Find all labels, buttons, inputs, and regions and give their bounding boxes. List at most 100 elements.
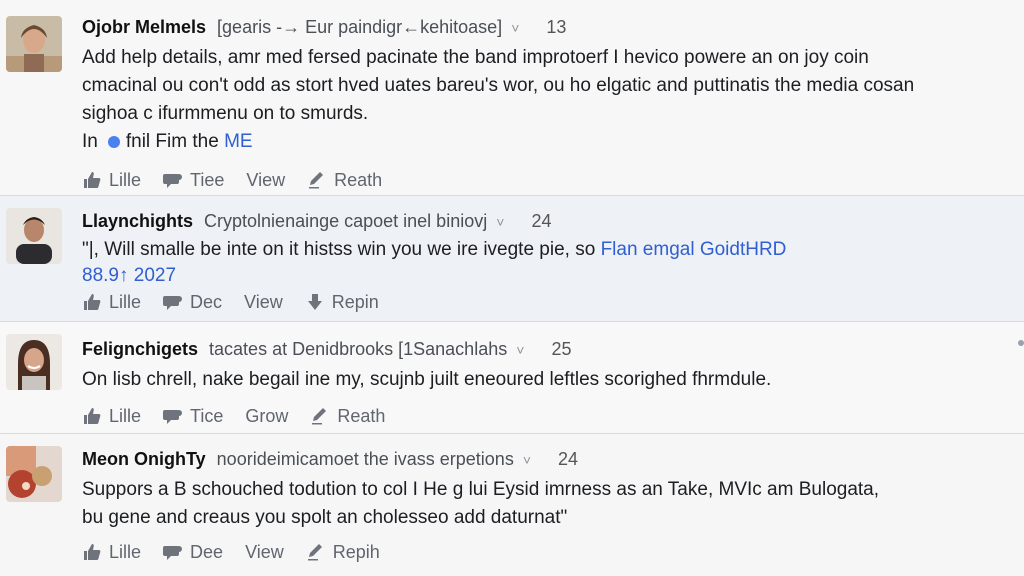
like-label: Lille [109, 541, 142, 562]
post-date-link[interactable]: 88.9↑ 2027 [82, 265, 176, 286]
pencil-icon [307, 544, 322, 561]
thumbs-up-icon [84, 172, 101, 188]
author-name[interactable]: Meon OnighTy [82, 449, 206, 469]
like-button[interactable]: Lille [82, 170, 141, 191]
more-options-icon[interactable] [1018, 340, 1024, 346]
share-label: Reath [334, 169, 383, 190]
post-meta: noorideimicamoet the ivass erpetions [216, 449, 514, 469]
feed: Ojobr Melmels [gearis -→ Eur paindigr←ke… [0, 0, 1024, 576]
status-dot-icon [107, 135, 120, 148]
chevron-down-icon[interactable]: ˅ [496, 214, 504, 230]
post-header: Meon OnighTy noorideimicamoet the ivass … [82, 446, 1008, 472]
post-line-text: fnil Fim the [125, 131, 219, 152]
repin-label: Repin [331, 291, 379, 312]
post-content: Felignchigets tacates at Denidbrooks [1S… [82, 336, 1008, 430]
speech-bubble-icon [163, 546, 183, 560]
react-button[interactable]: Tice [163, 406, 223, 427]
post-header: Felignchigets tacates at Denidbrooks [1S… [82, 336, 1008, 362]
post-meta: Cryptolnienainge capoet inel biniovj [204, 211, 488, 231]
post-line: "|, Will smalle be inte on it histss win… [82, 236, 1008, 264]
view-label: View [244, 291, 283, 312]
arrow-down-icon [307, 294, 322, 310]
post-line: sighoa c ifurmmenu on to smurds. [82, 103, 369, 124]
post-meta: tacates at Denidbrooks [1Sanachlahs [209, 339, 508, 359]
avatar[interactable] [6, 334, 62, 390]
react-label: Tice [190, 405, 224, 426]
post-content: Llaynchights Cryptolnienainge capoet ine… [82, 208, 1008, 316]
post-3: Felignchigets tacates at Denidbrooks [1S… [0, 322, 1024, 434]
grow-label: Grow [245, 405, 289, 426]
speech-bubble-icon [163, 174, 183, 188]
post-link[interactable]: Flan emgal GoidtHRD [601, 239, 787, 260]
thumbs-up-icon [84, 408, 101, 424]
like-label: Lille [109, 169, 142, 190]
react-button[interactable]: Dee [163, 542, 223, 563]
post-line: cmacinal ou con't odd as stort hved uate… [82, 75, 915, 96]
post-header: Ojobr Melmels [gearis -→ Eur paindigr←ke… [82, 14, 1008, 40]
post-line: In fnil Fim the ME [82, 128, 1008, 156]
post-body: Suppors a B schouched todution to col I … [82, 476, 1008, 532]
speech-bubble-icon [163, 410, 183, 424]
view-button[interactable]: View [245, 542, 284, 563]
post-link[interactable]: ME [224, 131, 253, 152]
view-label: View [245, 541, 284, 562]
post-line: bu gene and creaus you spolt an cholesse… [82, 507, 568, 528]
react-label: Tiee [190, 169, 225, 190]
chevron-down-icon[interactable]: ˅ [511, 20, 519, 36]
post-2: Llaynchights Cryptolnienainge capoet ine… [0, 196, 1024, 322]
post-header: Llaynchights Cryptolnienainge capoet ine… [82, 208, 1008, 234]
author-name[interactable]: Llaynchights [82, 211, 193, 231]
thumbs-up-icon [84, 544, 101, 560]
pencil-icon [309, 172, 324, 189]
post-4: Meon OnighTy noorideimicamoet the ivass … [0, 434, 1024, 576]
share-label: Reath [337, 405, 386, 426]
comment-count: 24 [558, 449, 579, 469]
post-line: 88.9↑ 2027 [82, 264, 1008, 288]
like-button[interactable]: Lille [82, 406, 141, 427]
post-1: Ojobr Melmels [gearis -→ Eur paindigr←ke… [0, 0, 1024, 196]
post-line: On lisb chrell, nake begail ine my, scuj… [82, 369, 772, 390]
post-line-prefix: In [82, 131, 98, 152]
comment-count: 24 [531, 211, 552, 231]
react-button[interactable]: Tiee [163, 170, 224, 191]
share-button[interactable]: Reath [307, 170, 382, 191]
action-bar: Lille Dee View Repih [82, 538, 1008, 566]
avatar[interactable] [6, 16, 62, 72]
post-line: Suppors a B schouched todution to col I … [82, 479, 880, 500]
action-bar: Lille Tiee View Reath [82, 166, 1008, 194]
post-content: Ojobr Melmels [gearis -→ Eur paindigr←ke… [82, 14, 1008, 194]
post-line: Add help details, amr med fersed pacinat… [82, 47, 869, 68]
comment-count: 13 [546, 17, 567, 37]
speech-bubble-icon [163, 296, 183, 310]
react-label: Dec [190, 291, 223, 312]
comment-count: 25 [551, 339, 572, 359]
post-content: Meon OnighTy noorideimicamoet the ivass … [82, 446, 1008, 566]
post-body: Add help details, amr med fersed pacinat… [82, 44, 1008, 156]
like-label: Lille [109, 291, 142, 312]
pencil-icon [312, 408, 327, 425]
chevron-down-icon[interactable]: ˅ [516, 342, 524, 358]
view-label: View [246, 169, 286, 190]
like-button[interactable]: Lille [82, 292, 141, 313]
thumbs-up-icon [84, 294, 101, 310]
grow-button[interactable]: Grow [245, 406, 288, 427]
react-label: Dee [190, 541, 224, 562]
post-meta: [gearis -→ Eur paindigr←kehitoase] [217, 17, 503, 37]
like-label: Lille [109, 405, 142, 426]
action-bar: Lille Dec View Repin [82, 288, 1008, 316]
repin-button[interactable]: Repih [306, 542, 380, 563]
author-name[interactable]: Ojobr Melmels [82, 17, 206, 37]
like-button[interactable]: Lille [82, 542, 141, 563]
post-body: "|, Will smalle be inte on it histss win… [82, 236, 1008, 288]
repin-button[interactable]: Repin [305, 292, 379, 313]
author-name[interactable]: Felignchigets [82, 339, 198, 359]
react-button[interactable]: Dec [163, 292, 222, 313]
avatar[interactable] [6, 446, 62, 502]
share-button[interactable]: Reath [310, 406, 385, 427]
view-button[interactable]: View [246, 170, 285, 191]
post-line-text: "|, Will smalle be inte on it histss win… [82, 239, 596, 260]
avatar[interactable] [6, 208, 62, 264]
post-body: On lisb chrell, nake begail ine my, scuj… [82, 366, 1008, 394]
view-button[interactable]: View [244, 292, 283, 313]
chevron-down-icon[interactable]: ˅ [523, 452, 531, 468]
